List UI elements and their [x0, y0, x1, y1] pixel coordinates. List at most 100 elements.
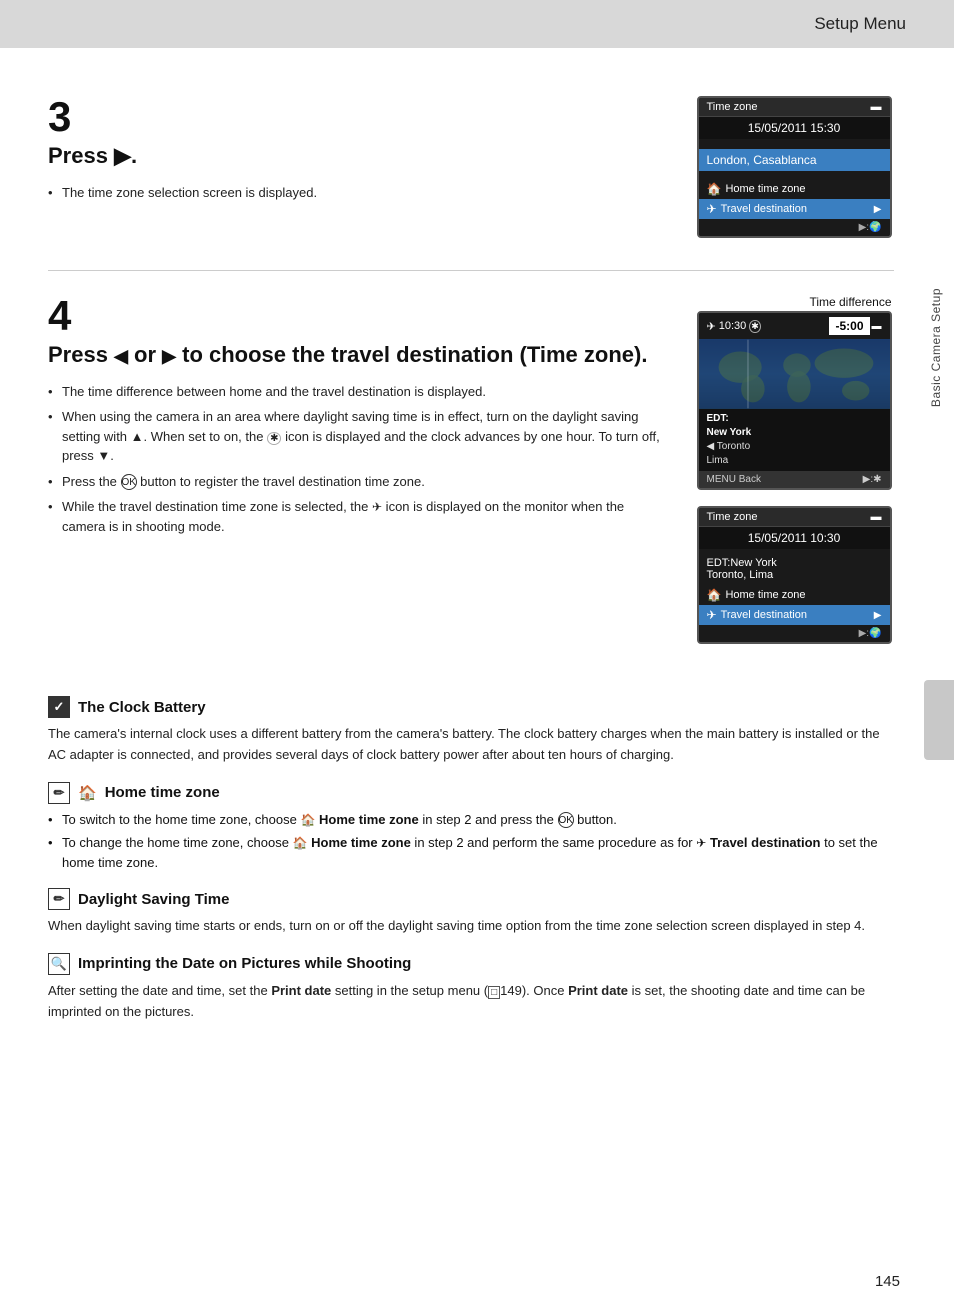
note-home-bullet1: To switch to the home time zone, choose …	[48, 810, 894, 830]
sidebar-tab	[924, 680, 954, 760]
cs1-menu1: 🏠 Home time zone	[699, 179, 890, 199]
step3-title: Press ▶.	[48, 142, 670, 171]
step4-tri-right: ▶	[162, 346, 176, 366]
camera-screen-1: Time zone ▬ 15/05/2011 15:30 London, Cas…	[697, 96, 892, 238]
csm-back: MENU Back	[707, 474, 761, 485]
csm-diff-area: -5:00 ▬	[829, 317, 881, 335]
note-clock-battery: ✓ The Clock Battery The camera's interna…	[48, 696, 894, 766]
step3-number: 3	[48, 96, 670, 138]
note-imprint-heading: Imprinting the Date on Pictures while Sh…	[78, 955, 411, 972]
step4-or: or	[134, 342, 162, 367]
note-clock-body: The camera's internal clock uses a diffe…	[48, 724, 894, 766]
cs2-footer-icon: ▶:🌍	[859, 628, 882, 639]
header-title: Setup Menu	[814, 14, 906, 34]
print-date-bold2: Print date	[568, 983, 628, 998]
travel-dest-bold: Travel destination	[710, 835, 821, 850]
page-number: 145	[875, 1273, 900, 1290]
step4-title: Press ◀ or ▶ to choose the travel destin…	[48, 341, 670, 370]
note-imprint: 🔍 Imprinting the Date on Pictures while …	[48, 953, 894, 1023]
note-imprint-body: After setting the date and time, set the…	[48, 981, 894, 1023]
csm-lima: Lima	[707, 454, 882, 468]
note-home-pencil-icon: ✏	[48, 782, 70, 804]
camera-screen-2: Time zone ▬ 15/05/2011 10:30 EDT:New Yor…	[697, 506, 892, 644]
note-home-house-icon: 🏠	[78, 784, 97, 802]
note-imprint-icon: 🔍	[48, 953, 70, 975]
cs2-menu1: 🏠 Home time zone	[699, 585, 890, 605]
header: Setup Menu	[0, 0, 954, 48]
cs2-menu2: ✈ Travel destination ▶	[699, 605, 890, 625]
world-map-svg	[699, 339, 890, 409]
step3-right: Time zone ▬ 15/05/2011 15:30 London, Cas…	[694, 96, 894, 246]
cs2-location1: EDT:New York Toronto, Lima	[699, 553, 890, 585]
step4-number: 4	[48, 295, 670, 337]
cs1-footer-icon: ▶:🌍	[859, 222, 882, 233]
cs1-header: Time zone ▬	[699, 98, 890, 117]
step4-bullet1: The time difference between home and the…	[48, 382, 670, 402]
sidebar-label-text: Basic Camera Setup	[929, 288, 943, 407]
step3-left: 3 Press ▶. The time zone selection scree…	[48, 96, 670, 246]
step4-section: 4 Press ◀ or ▶ to choose the travel dest…	[48, 271, 894, 676]
cs2-header-label: Time zone	[707, 511, 758, 523]
step3-bullet1: The time zone selection screen is displa…	[48, 183, 670, 203]
step4-tri-left: ◀	[114, 346, 128, 366]
ok-icon-2: OK	[558, 812, 574, 828]
step3-section: 3 Press ▶. The time zone selection scree…	[48, 72, 894, 271]
home-time-zone-bold: Home time zone	[319, 812, 419, 827]
step4-bullet2: When using the camera in an area where d…	[48, 407, 670, 466]
time-diff-label: Time difference	[809, 295, 891, 309]
step4-left: 4 Press ◀ or ▶ to choose the travel dest…	[48, 295, 670, 652]
csm-top: ✈ 10:30 ✱ -5:00 ▬	[699, 313, 890, 339]
cs2-menu1-label: Home time zone	[725, 589, 805, 601]
step4-bullets: The time difference between home and the…	[48, 382, 670, 537]
cs2-footer: ▶:🌍	[699, 625, 890, 642]
csm-time-area: ✈ 10:30 ✱	[707, 320, 761, 333]
note-home-bullet2: To change the home time zone, choose 🏠 H…	[48, 833, 894, 872]
csm-newyork: New York	[707, 426, 882, 440]
cs2-loc1: EDT:New York	[707, 557, 882, 569]
csm-diff-suffix: ▬	[872, 321, 882, 332]
step4-bullet3: Press the OK button to register the trav…	[48, 472, 670, 492]
note-clock-title: ✓ The Clock Battery	[48, 696, 894, 718]
cs2-datetime: 15/05/2011 10:30	[699, 527, 890, 549]
cs1-menu2: ✈ Travel destination ▶	[699, 199, 890, 219]
time-diff-area: Time difference	[697, 295, 892, 309]
note-daylight-title: ✏ Daylight Saving Time	[48, 888, 894, 910]
ok-icon: OK	[121, 474, 137, 490]
home-time-zone-bold2: Home time zone	[311, 835, 411, 850]
csm-map	[699, 339, 890, 409]
cs1-menu1-label: Home time zone	[725, 183, 805, 195]
csm-nav-icon: ▶:✱	[863, 474, 882, 485]
note-imprint-title: 🔍 Imprinting the Date on Pictures while …	[48, 953, 894, 975]
notes-section: ✓ The Clock Battery The camera's interna…	[48, 676, 894, 1022]
step4-right: Time difference ✈ 10:30 ✱ -5:00 ▬	[694, 295, 894, 652]
print-date-bold1: Print date	[271, 983, 331, 998]
note-daylight-heading: Daylight Saving Time	[78, 891, 229, 908]
note-daylight-pencil-icon: ✏	[48, 888, 70, 910]
note-daylight: ✏ Daylight Saving Time When daylight sav…	[48, 888, 894, 937]
cs1-datetime: 15/05/2011 15:30	[699, 117, 890, 139]
page: Setup Menu Basic Camera Setup 3 Press ▶.…	[0, 0, 954, 1314]
step4-title-suffix: to choose the travel destination (Time z…	[182, 342, 647, 367]
note-home-heading: Home time zone	[105, 784, 220, 801]
cs1-header-label: Time zone	[707, 101, 758, 113]
csm-diff: -5:00	[829, 317, 869, 335]
note-home-time: ✏ 🏠 Home time zone To switch to the home…	[48, 782, 894, 873]
note-clock-heading: The Clock Battery	[78, 699, 206, 716]
csm-sun-icon: ✱	[749, 320, 761, 333]
step4-press: Press	[48, 342, 114, 367]
csm-cities: EDT: New York ◀ Toronto Lima	[699, 409, 890, 471]
screen2-wrapper: Time zone ▬ 15/05/2011 10:30 EDT:New Yor…	[697, 506, 892, 652]
content: 3 Press ▶. The time zone selection scree…	[0, 48, 954, 1062]
cs2-loc2: Toronto, Lima	[707, 569, 882, 581]
cs1-location: London, Casablanca	[699, 149, 890, 171]
note-home-title: ✏ 🏠 Home time zone	[48, 782, 894, 804]
cs2-header: Time zone ▬	[699, 508, 890, 527]
csm-time: 10:30	[719, 320, 747, 332]
step3-bullets: The time zone selection screen is displa…	[48, 183, 670, 203]
cs2-header-icon: ▬	[871, 511, 882, 523]
cs1-menu2-label: Travel destination	[721, 203, 807, 215]
camera-screen-map: ✈ 10:30 ✱ -5:00 ▬	[697, 311, 892, 490]
sidebar-label: Basic Camera Setup	[918, 48, 954, 648]
csm-travel-icon: ✈	[707, 320, 716, 333]
note-home-bullets: To switch to the home time zone, choose …	[48, 810, 894, 873]
